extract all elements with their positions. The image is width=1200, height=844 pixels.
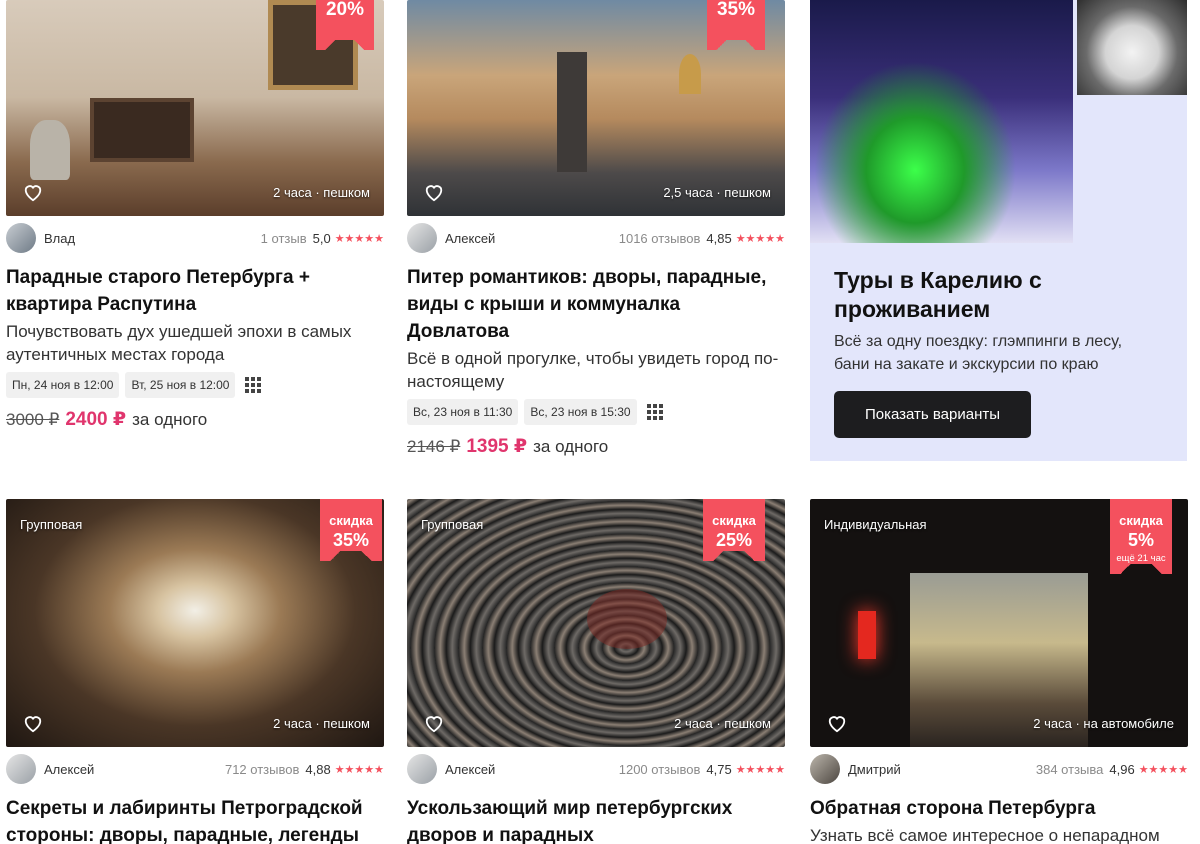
avatar[interactable]	[407, 223, 437, 253]
price-row: 3000 ₽ 2400 ₽ за одного	[6, 408, 384, 431]
price-row: 2146 ₽ 1395 ₽ за одного	[407, 435, 785, 458]
avatar[interactable]	[407, 754, 437, 784]
card-title[interactable]: Питер романтиков: дворы, парадные, виды …	[407, 264, 785, 345]
card-description: Узнать всё самое интересное о непарадном	[810, 826, 1160, 844]
duration-label: 2 часа · пешком	[674, 716, 771, 731]
tour-type-label: Индивидуальная	[824, 517, 927, 532]
rating-value: 4,85	[706, 230, 732, 246]
review-count[interactable]: 1 отзыв	[261, 231, 307, 246]
date-slot[interactable]: Вс, 23 ноя в 11:30	[407, 399, 519, 425]
avatar[interactable]	[6, 754, 36, 784]
excursion-card[interactable]: 20% 2 часа · пешком Влад 1 отзыв 5,0 ★★★…	[6, 0, 384, 431]
heart-icon[interactable]	[423, 182, 445, 202]
rating-stars: ★★★★★	[735, 232, 785, 245]
discount-ribbon: скидка 25%	[703, 499, 765, 561]
cathedral-dome	[679, 54, 701, 94]
duration-label: 2 часа · пешком	[273, 185, 370, 200]
date-slot[interactable]: Пн, 24 ноя в 12:00	[6, 372, 120, 398]
old-price: 2146 ₽	[407, 437, 461, 456]
excursion-card[interactable]: 35% 2,5 часа · пешком Алексей 1016 отзыв…	[407, 0, 785, 458]
review-count[interactable]: 712 отзывов	[225, 762, 299, 777]
rating-value: 4,96	[1109, 761, 1135, 777]
samovar	[30, 120, 70, 180]
guide-name[interactable]: Алексей	[445, 762, 495, 777]
discount-badge: 35%	[707, 0, 765, 50]
duration-label: 2,5 часа · пешком	[663, 185, 771, 200]
review-count[interactable]: 1016 отзывов	[619, 231, 701, 246]
rating-value: 5,0	[312, 230, 331, 246]
discount-ribbon: скидка 5% ещё 21 час	[1110, 499, 1172, 574]
rating-stars: ★★★★★	[1138, 763, 1188, 776]
card-title[interactable]: Обратная сторона Петербурга	[810, 795, 1188, 822]
excursion-card[interactable]: Групповая скидка 35% 2 часа · пешком Але…	[6, 499, 384, 844]
card-description: Всё в одной прогулке, чтобы увидеть горо…	[407, 349, 779, 391]
date-slots: Вс, 23 ноя в 11:30 Вс, 23 ноя в 15:30	[407, 399, 785, 425]
calendar-grid-icon[interactable]	[245, 377, 262, 393]
current-price: 2400 ₽	[65, 409, 127, 430]
heart-icon[interactable]	[22, 182, 44, 202]
excursion-card[interactable]: Групповая скидка 25% 2 часа · пешком Але…	[407, 499, 785, 844]
promo-title: Туры в Карелию с проживанием	[834, 267, 1042, 322]
date-slot[interactable]: Вс, 23 ноя в 15:30	[524, 399, 637, 425]
date-slot[interactable]: Вт, 25 ноя в 12:00	[125, 372, 236, 398]
red-light	[858, 611, 876, 659]
card-photo[interactable]: Групповая скидка 25% 2 часа · пешком	[407, 499, 785, 747]
card-description: Почувствовать дух ушедшей эпохи в самых …	[6, 322, 352, 364]
heart-icon[interactable]	[423, 713, 445, 733]
avatar[interactable]	[810, 754, 840, 784]
date-slots: Пн, 24 ноя в 12:00 Вт, 25 ноя в 12:00	[6, 372, 384, 398]
avatar[interactable]	[6, 223, 36, 253]
card-photo[interactable]: Индивидуальная скидка 5% ещё 21 час 2 ча…	[810, 499, 1188, 747]
guide-meta: Дмитрий 384 отзыва 4,96 ★★★★★	[810, 754, 1188, 784]
guide-meta: Алексей 712 отзывов 4,88 ★★★★★	[6, 754, 384, 784]
rating-stars: ★★★★★	[735, 763, 785, 776]
old-price: 3000 ₽	[6, 410, 60, 429]
staircase-center	[587, 589, 667, 649]
card-title[interactable]: Ускользающий мир петербургских дворов и …	[407, 795, 785, 844]
discount-ribbon: скидка 35%	[320, 499, 382, 561]
guide-name[interactable]: Дмитрий	[848, 762, 901, 777]
guide-meta: Алексей 1016 отзывов 4,85 ★★★★★	[407, 223, 785, 253]
rating-stars: ★★★★★	[334, 763, 384, 776]
rating-stars: ★★★★★	[334, 232, 384, 245]
card-title[interactable]: Секреты и лабиринты Петроградской сторон…	[6, 795, 384, 844]
photo-husky-dog	[1077, 0, 1187, 95]
card-photo[interactable]: 20% 2 часа · пешком	[6, 0, 384, 216]
guide-meta: Влад 1 отзыв 5,0 ★★★★★	[6, 223, 384, 253]
heart-icon[interactable]	[826, 713, 848, 733]
price-unit: за одного	[533, 437, 609, 456]
review-count[interactable]: 384 отзыва	[1036, 762, 1104, 777]
excursion-card[interactable]: Индивидуальная скидка 5% ещё 21 час 2 ча…	[810, 499, 1188, 844]
calendar-grid-icon[interactable]	[646, 404, 663, 420]
review-count[interactable]: 1200 отзывов	[619, 762, 701, 777]
duration-label: 2 часа · на автомобиле	[1033, 716, 1174, 731]
promo-description: Всё за одну поездку: глэмпинги в лесу, б…	[834, 333, 1123, 373]
wall-frame	[90, 98, 194, 162]
show-options-button[interactable]: Показать варианты	[834, 391, 1031, 438]
heart-icon[interactable]	[22, 713, 44, 733]
card-title[interactable]: Парадные старого Петербурга + квартира Р…	[6, 264, 384, 318]
duration-label: 2 часа · пешком	[273, 716, 370, 731]
card-photo[interactable]: 35% 2,5 часа · пешком	[407, 0, 785, 216]
card-photo[interactable]: Групповая скидка 35% 2 часа · пешком	[6, 499, 384, 747]
current-price: 1395 ₽	[466, 436, 528, 457]
building-tower	[557, 52, 587, 172]
tour-type-label: Групповая	[421, 517, 484, 532]
guide-name[interactable]: Влад	[44, 231, 75, 246]
price-unit: за одного	[132, 410, 208, 429]
guide-name[interactable]: Алексей	[44, 762, 94, 777]
tour-type-label: Групповая	[20, 517, 83, 532]
guide-meta: Алексей 1200 отзывов 4,75 ★★★★★	[407, 754, 785, 784]
rating-value: 4,88	[305, 761, 331, 777]
discount-badge: 20%	[316, 0, 374, 50]
karelia-promo-banner[interactable]: Туры в Карелию с проживанием Всё за одну…	[810, 0, 1187, 461]
photo-karelia-winter-lights	[810, 0, 1073, 243]
guide-name[interactable]: Алексей	[445, 231, 495, 246]
rating-value: 4,75	[706, 761, 732, 777]
